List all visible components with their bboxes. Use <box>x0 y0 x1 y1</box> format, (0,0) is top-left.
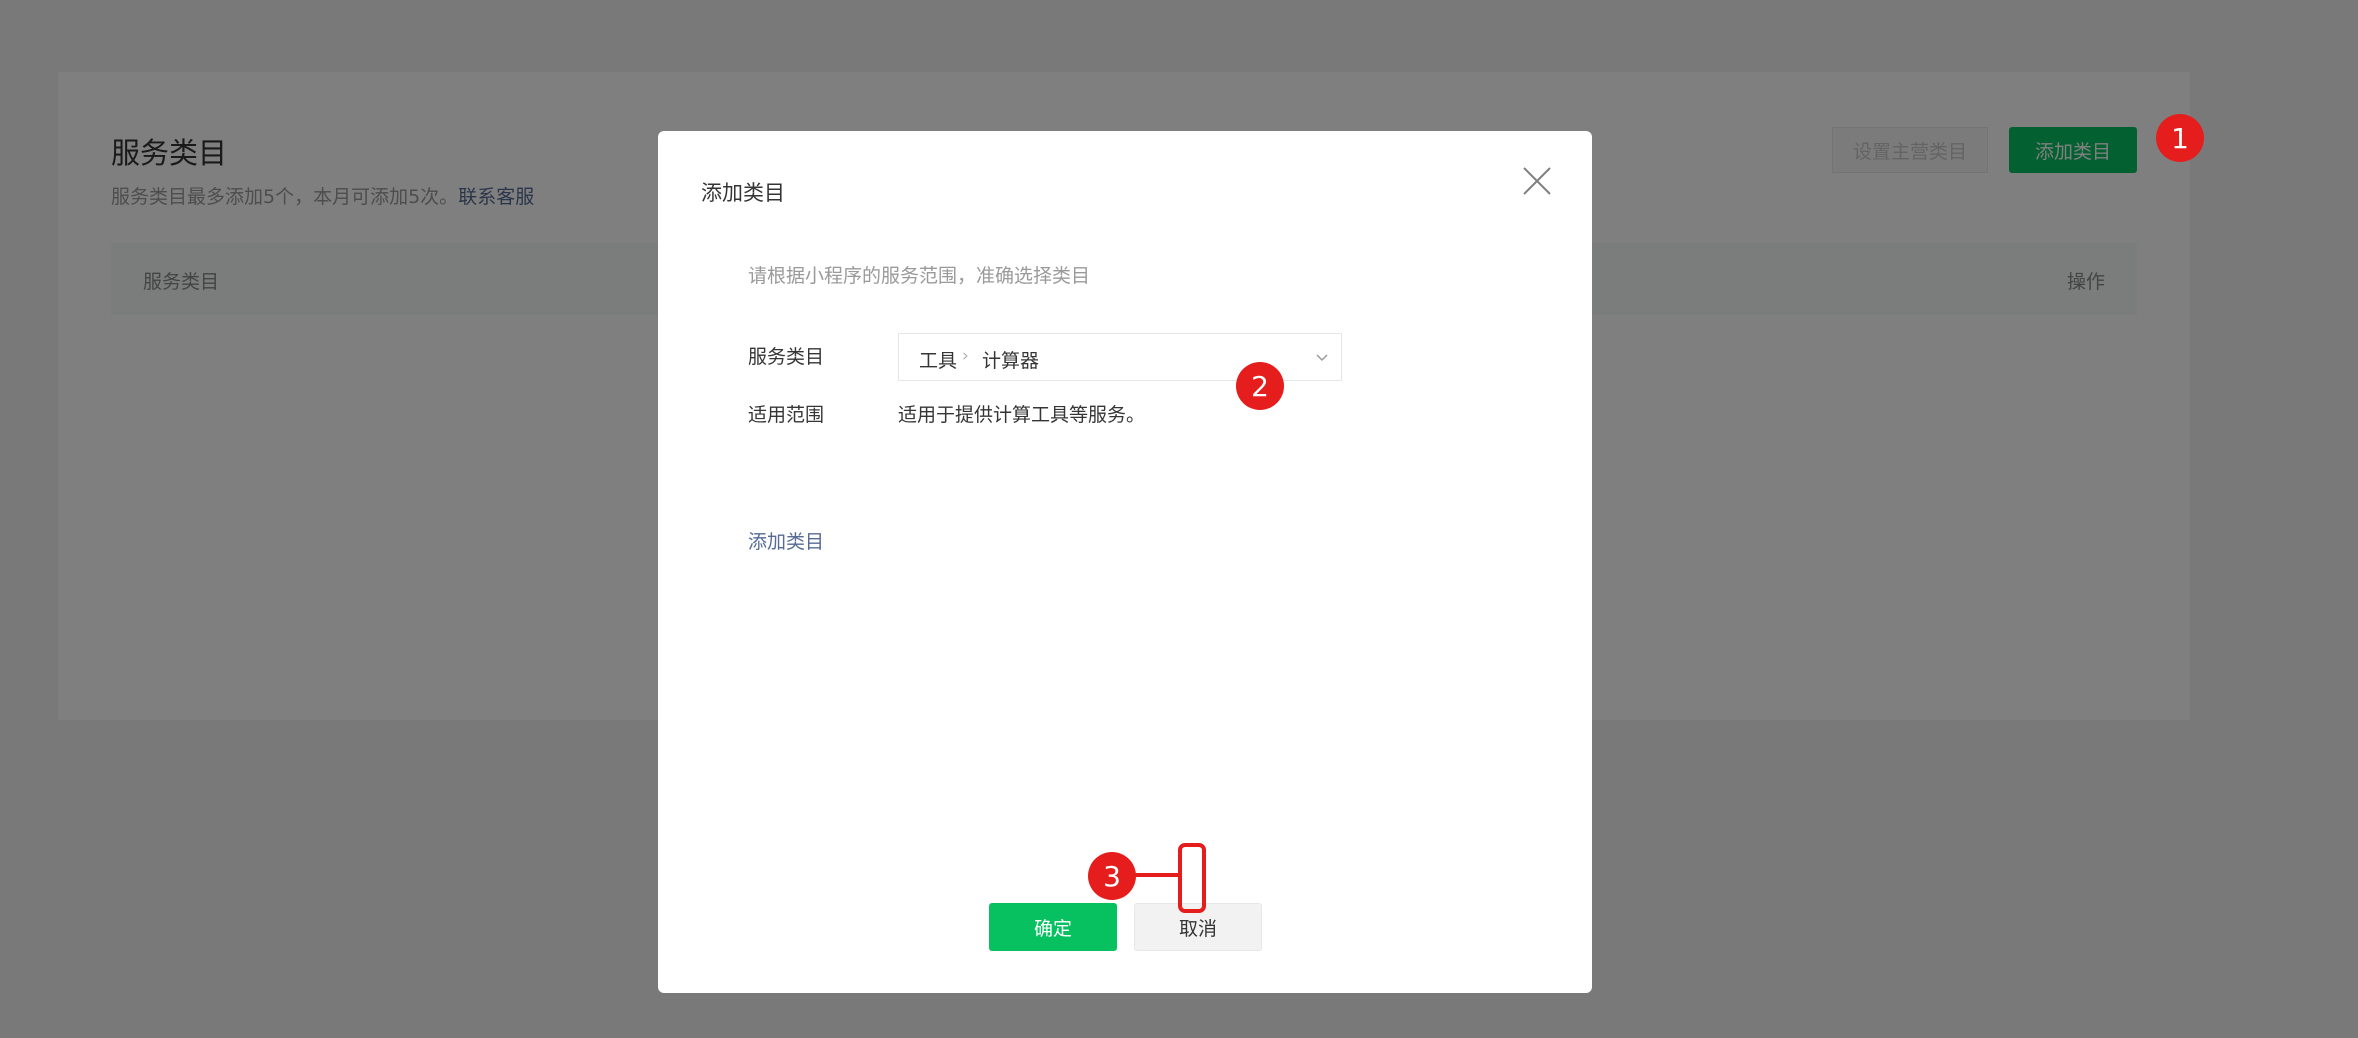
step-marker-2: 2 <box>1236 362 1284 410</box>
confirm-button[interactable]: 确定 <box>989 903 1117 951</box>
category-level-1: 工具 <box>919 350 958 372</box>
add-category-link[interactable]: 添加类目 <box>748 527 824 554</box>
dialog-hint: 请根据小程序的服务范围，准确选择类目 <box>748 265 1091 287</box>
step-3-connector <box>1134 873 1178 877</box>
step-3-highlight-frame <box>1178 843 1206 913</box>
dialog-title: 添加类目 <box>701 181 785 205</box>
scope-text: 适用于提供计算工具等服务。 <box>898 404 1146 426</box>
chevron-down-icon <box>1316 354 1328 362</box>
category-label: 服务类目 <box>748 346 825 368</box>
category-level-2: 计算器 <box>982 350 1040 372</box>
category-separator: › <box>962 346 969 366</box>
scope-label: 适用范围 <box>748 404 825 426</box>
step-marker-1: 1 <box>2156 114 2204 162</box>
step-marker-3: 3 <box>1088 852 1136 900</box>
close-icon[interactable] <box>1520 164 1554 198</box>
